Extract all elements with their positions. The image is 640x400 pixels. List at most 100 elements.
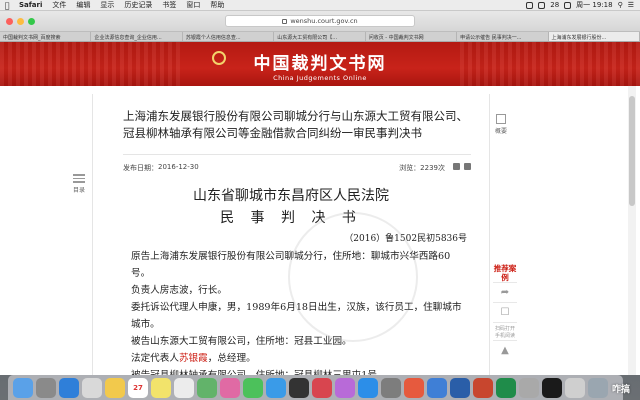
messages-icon[interactable] bbox=[243, 377, 263, 398]
judgment-document: 上海浦东发展银行股份有限公司聊城分行与山东源大工贸有限公司、冠县柳林轴承有限公司… bbox=[92, 94, 490, 375]
safari-icon[interactable] bbox=[59, 377, 79, 398]
menu-file[interactable]: 文件 bbox=[47, 0, 71, 10]
publish-label: 发布日期： bbox=[123, 164, 158, 172]
document-meta: 发布日期： 2016-12-30 浏览： 2239次 bbox=[123, 154, 471, 173]
views-count: 2239次 bbox=[420, 164, 445, 172]
window-controls bbox=[0, 17, 35, 25]
comment-icon[interactable]: ☐ bbox=[493, 302, 517, 322]
itunes-icon[interactable] bbox=[312, 377, 332, 398]
tab-bar: 中国裁判文书网_百度搜索 企业法源信息查询_企业信用... 苏银霞个人信用信息查… bbox=[0, 31, 640, 42]
page-content: 目录 上海浦东发展银行股份有限公司聊城分行与山东源大工贸有限公司、冠县柳林轴承有… bbox=[0, 86, 640, 375]
app-icon-3[interactable] bbox=[519, 377, 539, 398]
battery-percent: 28 bbox=[550, 1, 560, 9]
url-text: wenshu.court.gov.cn bbox=[290, 17, 358, 25]
photos-icon[interactable] bbox=[220, 377, 240, 398]
legal-rep-name: 苏银霞 bbox=[178, 353, 208, 364]
clock[interactable]: 周一 19:18 bbox=[576, 0, 612, 10]
app-icon-4[interactable] bbox=[565, 377, 585, 398]
paragraph-plaintiff: 原告上海浦东发展银行股份有限公司聊城分行，住所地：聊城市兴华西路60号。 bbox=[131, 251, 451, 279]
word-icon[interactable] bbox=[450, 377, 470, 398]
menu-bar:  Safari 文件 编辑 显示 历史记录 书签 窗口 帮助 28 周一 19… bbox=[0, 0, 640, 11]
meta-actions bbox=[453, 163, 471, 173]
menu-edit[interactable]: 编辑 bbox=[71, 0, 95, 10]
menu-window[interactable]: 窗口 bbox=[181, 0, 205, 10]
site-subtitle: China Judgements Online bbox=[273, 74, 367, 82]
tab-4[interactable]: 山东源大工贸有限公司【... bbox=[274, 32, 366, 41]
battery-icon[interactable] bbox=[564, 1, 572, 9]
outline-toggle[interactable]: 目录 bbox=[70, 172, 88, 194]
browser-window: wenshu.court.gov.cn 中国裁判文书网_百度搜索 企业法源信息查… bbox=[0, 11, 640, 375]
summary-label: 概要 bbox=[494, 128, 507, 135]
menu-view[interactable]: 显示 bbox=[95, 0, 119, 10]
share-icon[interactable]: ➦ bbox=[493, 282, 517, 302]
search-icon[interactable]: ⚲ bbox=[618, 1, 623, 9]
title-bar: wenshu.court.gov.cn bbox=[0, 11, 640, 31]
ibooks-icon[interactable] bbox=[335, 377, 355, 398]
wifi-icon[interactable] bbox=[538, 1, 546, 9]
document-body: 原告上海浦东发展银行股份有限公司聊城分行，住所地：聊城市兴华西路60号。 负责人… bbox=[93, 244, 489, 375]
tab-2[interactable]: 企业法源信息查询_企业信用... bbox=[91, 32, 183, 41]
menu-bookmarks[interactable]: 书签 bbox=[157, 0, 181, 10]
lock-icon bbox=[282, 18, 288, 24]
legal-rep-prefix: 法定代表人 bbox=[131, 353, 179, 364]
minimize-window-button[interactable] bbox=[17, 17, 24, 25]
paragraph-agent: 委托诉讼代理人申康，男，1989年6月18日出生，汉族，该行员工，住聊城市城市。 bbox=[131, 302, 462, 330]
menu-list-icon[interactable]: ☰ bbox=[628, 1, 634, 9]
maximize-window-button[interactable] bbox=[28, 17, 35, 25]
side-tools: 推荐案例 ➦ ☐ 扫码打开手机阅读 ▲ bbox=[493, 264, 517, 360]
calendar-icon[interactable]: 27 bbox=[128, 377, 148, 398]
back-to-top-icon[interactable]: ▲ bbox=[493, 340, 517, 360]
recommend-cases-link[interactable]: 推荐案例 bbox=[493, 264, 517, 282]
mail-icon[interactable] bbox=[82, 377, 102, 398]
paragraph-defendant-1: 被告山东源大工贸有限公司，住所地：冠县工业园。 bbox=[131, 336, 352, 347]
document-title: 上海浦东发展银行股份有限公司聊城分行与山东源大工贸有限公司、冠县柳林轴承有限公司… bbox=[123, 109, 468, 140]
app-icon-2[interactable] bbox=[427, 377, 447, 398]
court-name: 山东省聊城市东昌府区人民法院 bbox=[193, 188, 389, 204]
site-banner: 中国裁判文书网 China Judgements Online bbox=[0, 42, 640, 86]
site-title[interactable]: 中国裁判文书网 bbox=[0, 42, 640, 74]
app-store-icon[interactable] bbox=[358, 377, 378, 398]
tab-1[interactable]: 中国裁判文书网_百度搜索 bbox=[0, 32, 92, 41]
tab-5[interactable]: 问收页 - 中国裁判文书网 bbox=[366, 32, 458, 41]
terminal-icon[interactable] bbox=[542, 377, 562, 398]
menu-status-area: 28 周一 19:18 ⚲ ☰ bbox=[526, 0, 640, 10]
close-window-button[interactable] bbox=[6, 17, 13, 25]
tab-7-active[interactable]: 上海浦东发展银行股份... bbox=[548, 32, 640, 41]
menu-app-name[interactable]: Safari bbox=[14, 1, 47, 9]
watermark-text: 咋搞 bbox=[611, 385, 630, 395]
menu-help[interactable]: 帮助 bbox=[205, 0, 229, 10]
status-icon[interactable] bbox=[526, 1, 534, 9]
scrollbar-thumb[interactable] bbox=[629, 96, 635, 206]
finder-icon[interactable] bbox=[13, 377, 33, 398]
address-bar[interactable]: wenshu.court.gov.cn bbox=[225, 15, 415, 27]
reminders-icon[interactable] bbox=[174, 377, 194, 398]
publish-date: 2016-12-30 bbox=[158, 163, 199, 171]
app-icon-1[interactable] bbox=[404, 377, 424, 398]
outline-label: 目录 bbox=[72, 186, 85, 194]
facetime-icon[interactable] bbox=[266, 377, 286, 398]
outline-icon bbox=[70, 174, 88, 183]
downloads-stack-icon[interactable] bbox=[588, 377, 608, 398]
menu-history[interactable]: 历史记录 bbox=[119, 0, 157, 10]
tab-3[interactable]: 苏银霞个人信用信息查... bbox=[183, 32, 275, 41]
summary-icon bbox=[496, 114, 506, 124]
dock: 27 bbox=[8, 375, 623, 400]
powerpoint-icon[interactable] bbox=[473, 377, 493, 398]
system-preferences-icon[interactable] bbox=[381, 377, 401, 398]
tab-6[interactable]: 申请公示催告 民事判决一... bbox=[457, 32, 549, 41]
document-type: 民 事 判 决 书 bbox=[220, 210, 362, 226]
notes-icon[interactable] bbox=[151, 377, 171, 398]
launchpad-icon[interactable] bbox=[36, 377, 56, 398]
paragraph-defendant-2: 被告冠县柳林轴承有限公司，住所地：冠县柳林三里屯1号。 bbox=[131, 367, 467, 375]
apple-icon[interactable]:  bbox=[0, 1, 14, 10]
qq-icon[interactable] bbox=[289, 377, 309, 398]
paragraph-representative: 负责人房志波，行长。 bbox=[131, 285, 227, 296]
download-icon[interactable] bbox=[453, 163, 460, 170]
excel-icon[interactable] bbox=[496, 377, 516, 398]
maps-icon[interactable] bbox=[197, 377, 217, 398]
qr-code-link[interactable]: 扫码打开手机阅读 bbox=[493, 322, 517, 340]
contacts-icon[interactable] bbox=[105, 377, 125, 398]
legal-rep-suffix: ，总经理。 bbox=[207, 353, 256, 364]
summary-toggle[interactable]: 概要 bbox=[492, 114, 510, 135]
print-icon[interactable] bbox=[464, 163, 471, 170]
